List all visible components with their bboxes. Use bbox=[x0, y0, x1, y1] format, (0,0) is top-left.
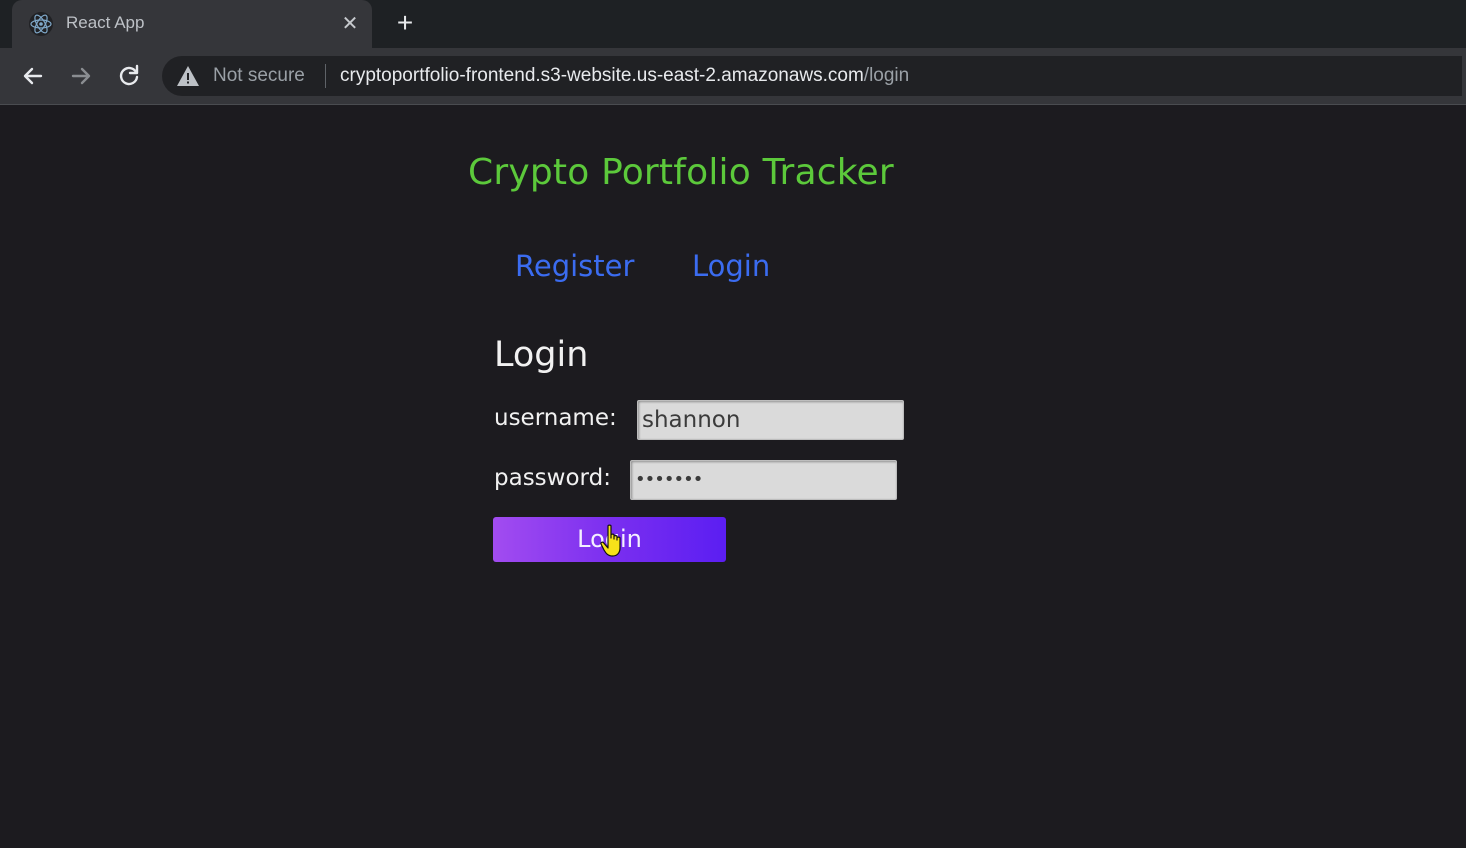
form-heading: Login bbox=[494, 335, 589, 375]
react-logo-icon bbox=[29, 12, 53, 36]
password-label: password: bbox=[494, 465, 611, 491]
username-input[interactable]: shannon bbox=[637, 400, 904, 440]
url-host: cryptoportfolio-frontend.s3-website.us-e… bbox=[340, 65, 864, 86]
security-label[interactable]: Not secure bbox=[213, 65, 305, 87]
url-text[interactable]: cryptoportfolio-frontend.s3-website.us-e… bbox=[340, 65, 909, 87]
reload-icon[interactable] bbox=[113, 60, 145, 92]
login-button[interactable]: Login bbox=[493, 517, 726, 562]
forward-arrow-icon[interactable] bbox=[65, 60, 97, 92]
tab-strip: React App ✕ + bbox=[0, 0, 1466, 48]
register-link[interactable]: Register bbox=[515, 249, 634, 283]
page-title: Crypto Portfolio Tracker bbox=[468, 152, 894, 193]
back-arrow-icon[interactable] bbox=[17, 60, 49, 92]
plus-icon[interactable]: + bbox=[390, 8, 420, 38]
login-link[interactable]: Login bbox=[692, 249, 770, 283]
username-label: username: bbox=[494, 405, 617, 431]
divider bbox=[325, 64, 326, 88]
url-path: /login bbox=[863, 65, 910, 86]
tab-title: React App bbox=[66, 13, 145, 32]
browser-tab[interactable]: React App ✕ bbox=[12, 0, 372, 48]
password-input[interactable]: ••••••• bbox=[630, 460, 897, 500]
address-bar[interactable]: Not secure cryptoportfolio-frontend.s3-w… bbox=[162, 56, 1462, 96]
browser-window: React App ✕ + Not secure cryptoportfolio… bbox=[0, 0, 1466, 848]
close-icon[interactable]: ✕ bbox=[337, 10, 363, 36]
warning-icon[interactable] bbox=[176, 65, 200, 87]
page-content: Crypto Portfolio Tracker Register Login … bbox=[0, 105, 1466, 848]
browser-toolbar: Not secure cryptoportfolio-frontend.s3-w… bbox=[0, 48, 1466, 105]
